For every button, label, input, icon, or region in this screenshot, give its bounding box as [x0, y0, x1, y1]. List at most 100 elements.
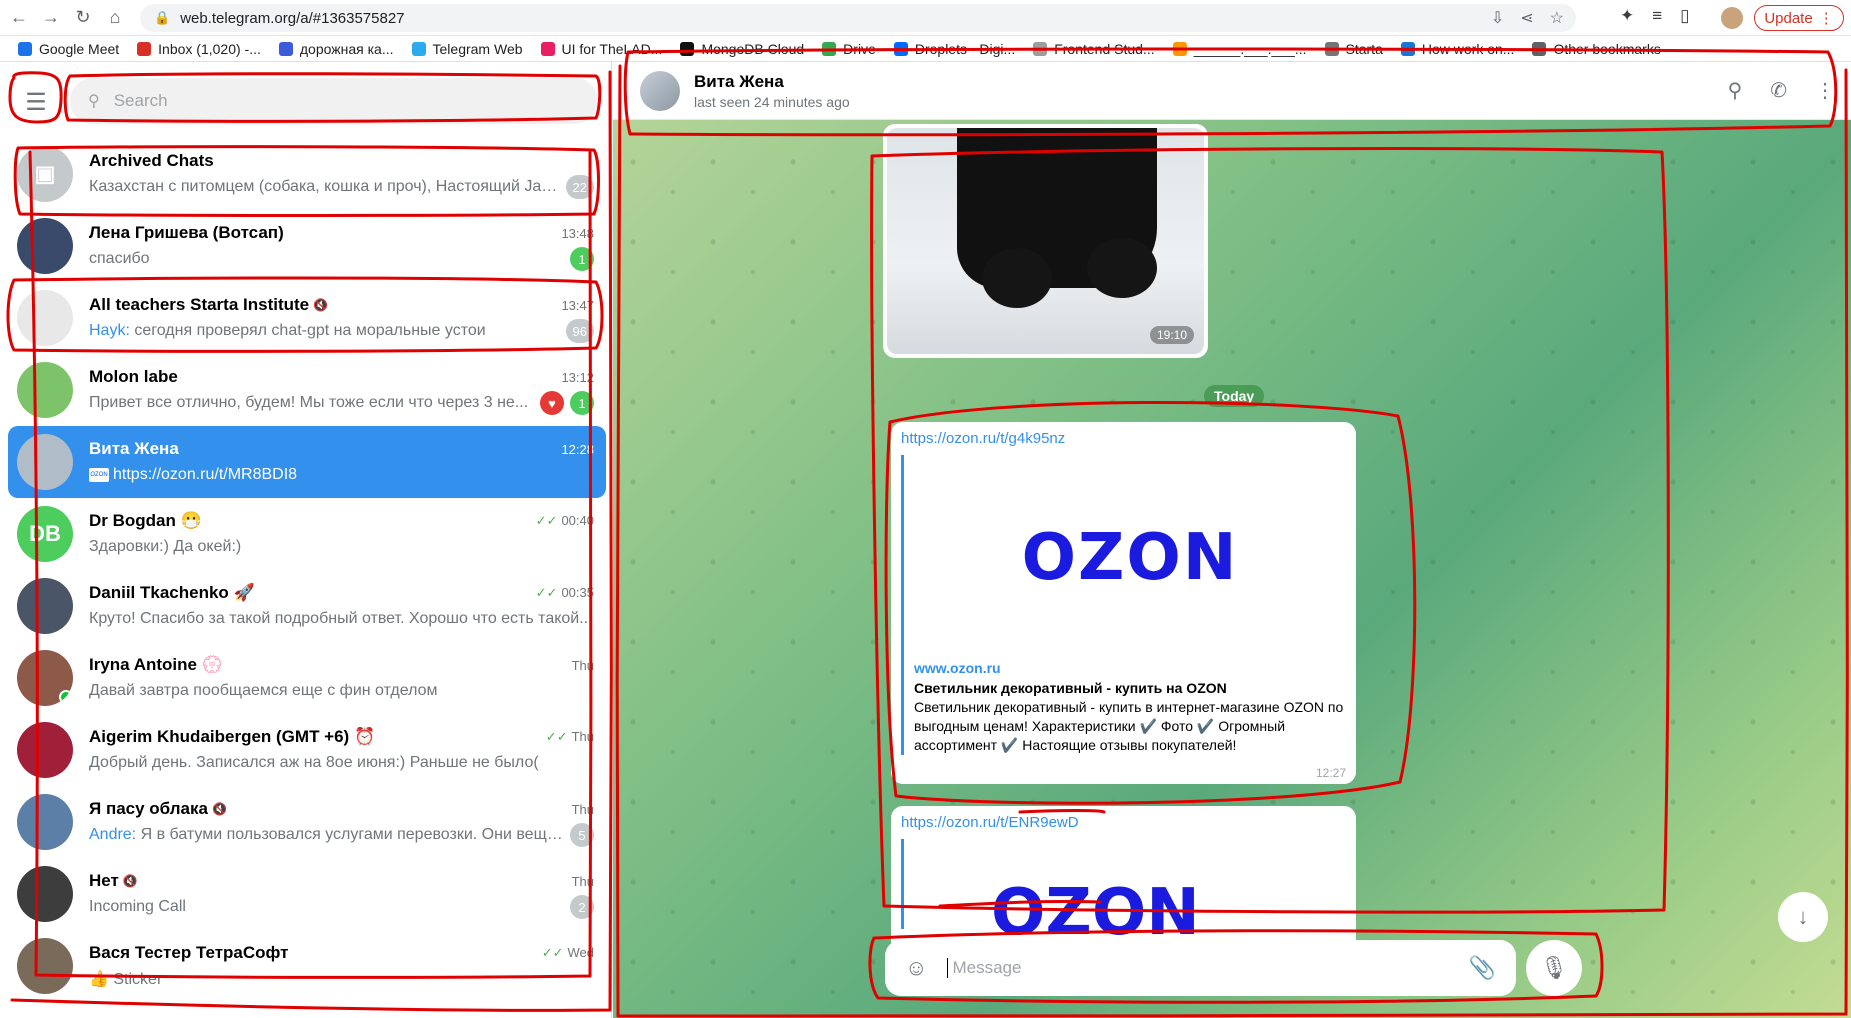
chat-preview: Давай завтра пообщаемся еще с фин отдело… [89, 682, 438, 700]
chat-preview-text: Здаровки:) Да окей:) [89, 538, 242, 555]
bookmark-item[interactable]: Droplets - Digi... [893, 40, 1016, 57]
microphone-button[interactable]: 🎙 [1526, 940, 1582, 996]
hamburger-menu-icon[interactable]: ☰ [14, 80, 58, 124]
chat-list-item[interactable]: Вася Тестер ТетраСофт ✓✓ Wed 👍 Sticker [8, 930, 606, 1002]
muted-icon: 🔇 [122, 874, 138, 888]
chat-list-item[interactable]: Нет 🔇 Thu Incoming Call 2 [8, 858, 606, 930]
bookmark-favicon-icon [1324, 41, 1339, 56]
bookmark-item[interactable]: Inbox (1,020) -... [137, 41, 261, 57]
link-message[interactable]: https://ozon.ru/t/g4k95nz OZON www.ozon.… [891, 422, 1356, 784]
forward-icon[interactable]: → [38, 5, 64, 31]
message-input[interactable]: Message [947, 958, 1468, 978]
side-panel-icon[interactable]: ▯ [1680, 6, 1689, 26]
emoji-icon[interactable]: ☺ [905, 955, 927, 981]
photo-message[interactable]: 19:10 [883, 124, 1208, 358]
link-preview[interactable]: OZON www.ozon.ru Светильник декоративный… [901, 455, 1346, 755]
bookmark-item[interactable]: ______.___.___... [1172, 41, 1307, 57]
bookmark-item[interactable]: Telegram Web [411, 41, 523, 57]
phone-icon[interactable]: ✆ [1770, 78, 1787, 103]
chat-title: Вася Тестер ТетраСофт [89, 943, 289, 962]
bookmark-favicon-icon [1400, 41, 1415, 56]
chat-time: Thu [572, 874, 594, 889]
bookmark-label: Droplets - Digi... [914, 40, 1016, 57]
bookmark-item[interactable]: MongoDB Cloud [680, 41, 804, 57]
bookmark-favicon-icon [137, 41, 152, 56]
bookmark-item[interactable]: Frontend Stud... [1033, 41, 1155, 57]
bookmark-item[interactable]: дорожная ка... [278, 40, 394, 57]
chat-time: 13:48 [561, 226, 594, 241]
chat-list-item[interactable]: Я пасу облака 🔇 Thu Andre: Я в батуми польз… [8, 786, 606, 858]
address-bar[interactable]: 🔒 web.telegram.org/a/#1363575827 ⇩ ⋖ ☆ [140, 4, 1576, 32]
bookmark-favicon-icon [680, 41, 695, 56]
contact-avatar[interactable] [640, 70, 680, 111]
arrow-down-icon: ↓ [1797, 904, 1809, 929]
read-checkmark-icon: ✓✓ [541, 945, 564, 960]
chat-time-value: Thu [571, 801, 594, 817]
avatar [17, 578, 73, 634]
link-message[interactable]: https://ozon.ru/t/ENR9ewD OZON [891, 806, 1356, 950]
chat-list-item[interactable]: DB Dr Bogdan 😷 ✓✓ 00:40 Здаровки:) Да окей:) [8, 498, 606, 570]
chat-list-item[interactable]: All teachers Starta Institute 🔇 13:47 Hayk:… [8, 282, 606, 354]
online-indicator [59, 690, 73, 704]
bookmark-item[interactable]: UI for TheLAD... [540, 41, 662, 57]
extensions-icon[interactable]: ✦ [1620, 6, 1634, 26]
install-icon[interactable]: ⇩ [1491, 8, 1504, 28]
chat-preview: Привет все отлично, будем! Мы тоже если … [89, 394, 528, 412]
message-link[interactable]: https://ozon.ru/t/g4k95nz [901, 430, 1346, 447]
chat-title: Dr Bogdan 😷 [89, 511, 202, 530]
attach-icon[interactable]: 📎 [1469, 955, 1496, 981]
chat-preview: Казахстан с питомцем (собака, кошка и пр… [89, 178, 560, 196]
read-checkmark-icon: ✓✓ [535, 513, 558, 528]
bookmark-item[interactable]: Other bookmarks [1532, 41, 1661, 57]
chat-preview: 👍 Sticker [89, 969, 162, 989]
unread-badge: 1 [570, 247, 594, 271]
unread-badge: 22 [565, 175, 594, 199]
microphone-icon: 🎙 [1540, 955, 1568, 980]
chat-list-item[interactable]: Лена Гришева (Вотсап) 13:48 спасибо 1 [8, 210, 606, 282]
bookmark-item[interactable]: How work on... [1400, 41, 1514, 57]
more-icon[interactable]: ⋮ [1815, 78, 1835, 103]
muted-icon: 🔇 [211, 802, 227, 816]
avatar [17, 938, 73, 994]
chat-list-item[interactable]: Iryna Antoine 💮 Thu Давай завтра пообщаемс… [8, 642, 606, 714]
home-icon[interactable]: ⌂ [102, 5, 128, 31]
cat-paw [1087, 238, 1157, 298]
bookmark-item[interactable]: Starta [1324, 41, 1383, 57]
search-input[interactable]: ⚲ Search [70, 78, 598, 124]
reading-list-icon[interactable]: ≡ [1652, 6, 1662, 26]
chat-preview-text: Я в батуми пользовался услугами перевозк… [140, 826, 564, 843]
chat-preview: Andre: Я в батуми пользовался услугами п… [89, 826, 564, 844]
scroll-down-button[interactable]: ↓ [1778, 892, 1828, 942]
bookmark-item[interactable]: Drive [822, 41, 876, 57]
chat-list-item[interactable]: Aigerim Khudaibergen (GMT +6) ⏰ ✓✓ Thu Добр… [8, 714, 606, 786]
bookmarks-bar: Google Meet Inbox (1,020) -... дорожная ка… [0, 36, 1851, 62]
search-icon[interactable]: ⚲ [1728, 78, 1743, 103]
chat-list-item[interactable]: ▣ Archived Chats Казахстан с питомцем (соб… [8, 138, 606, 210]
chat-preview: Hayk: сегодня проверял chat-gpt на морал… [89, 322, 486, 340]
unread-badge: 2 [570, 895, 594, 919]
chat-list-item[interactable]: Daniil Tkachenko 🚀 ✓✓ 00:35 Круто! Спасибо … [8, 570, 606, 642]
bookmark-label: дорожная ка... [299, 40, 394, 57]
avatar [17, 794, 73, 850]
preview-description: Светильник декоративный - купить в интер… [914, 699, 1344, 753]
avatar [17, 722, 73, 778]
profile-avatar[interactable] [1721, 7, 1743, 29]
bookmark-item[interactable]: Google Meet [18, 41, 119, 57]
chat-list-item[interactable]: Вита Жена 12:28 OZON https://ozon.ru/t/MR8B… [8, 426, 606, 498]
update-button[interactable]: Update ⋮ [1754, 5, 1844, 31]
back-icon[interactable]: ← [6, 5, 32, 31]
reload-icon[interactable]: ↻ [70, 5, 96, 31]
chat-time-value: 12:28 [561, 441, 594, 457]
chat-list-item[interactable]: Molon labe 13:12 Привет все отлично, будем… [8, 354, 606, 426]
share-icon[interactable]: ⋖ [1520, 8, 1533, 28]
cat-photo[interactable]: 19:10 [887, 128, 1204, 354]
chat-time-value: Thu [571, 657, 594, 673]
chat-header[interactable]: Вита Жена last seen 24 minutes ago ⚲ ✆ ⋮ [613, 62, 1851, 120]
avatar [17, 650, 73, 706]
chat-preview: Здаровки:) Да окей:) [89, 538, 241, 556]
message-link[interactable]: https://ozon.ru/t/ENR9ewD [901, 814, 1346, 831]
chat-time: 12:28 [561, 442, 594, 457]
bookmark-star-icon[interactable]: ☆ [1550, 8, 1564, 28]
message-composer: ☺ Message 📎 [885, 940, 1516, 996]
chat-title: Лена Гришева (Вотсап) [89, 223, 284, 242]
